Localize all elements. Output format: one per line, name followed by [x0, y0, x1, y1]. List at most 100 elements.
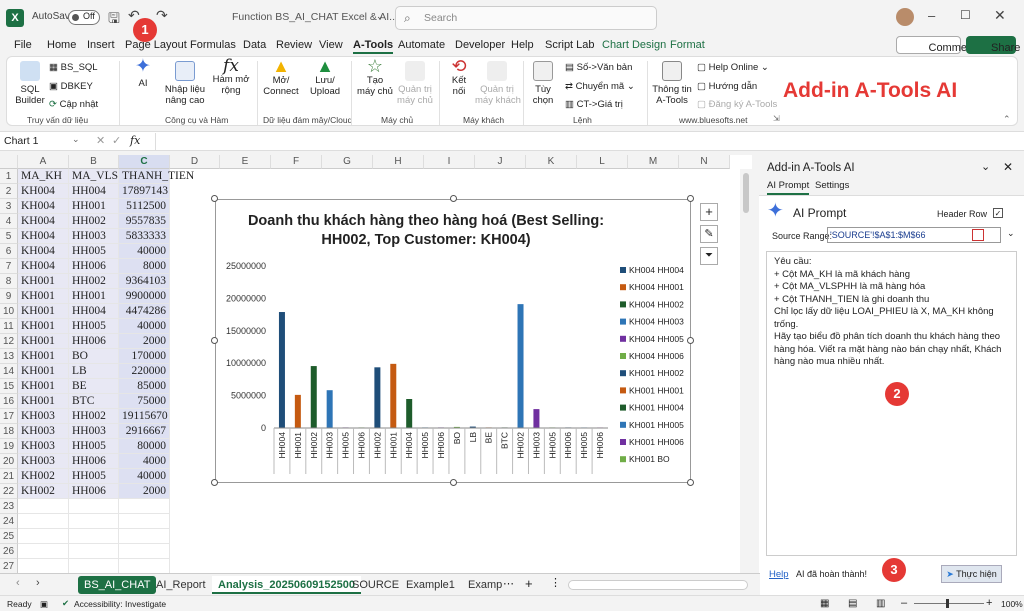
table-cell[interactable]: KH004	[18, 184, 69, 199]
horizontal-scrollbar[interactable]	[568, 580, 748, 590]
bs-sql-button[interactable]: ▦ BS_SQL	[49, 62, 98, 73]
table-cell[interactable]: MA_KH	[18, 169, 69, 184]
scrollbar-thumb[interactable]	[743, 173, 749, 213]
table-cell[interactable]: HH005	[69, 439, 119, 454]
bar[interactable]	[406, 399, 413, 428]
column-header[interactable]: N	[679, 155, 730, 169]
table-cell[interactable]: BTC	[69, 394, 119, 409]
huong-dan-button[interactable]: ▢ Hướng dẫn	[697, 81, 757, 92]
ket-noi-button[interactable]: ⟲ Kết nối	[443, 57, 475, 97]
table-cell[interactable]: KH003	[18, 409, 69, 424]
header-row-checkbox[interactable]: ✓	[993, 208, 1003, 218]
row-header[interactable]: 19	[0, 439, 18, 454]
resize-handle[interactable]	[211, 337, 218, 344]
table-cell[interactable]: 4474286	[119, 304, 170, 319]
row-header[interactable]: 21	[0, 469, 18, 484]
sql-builder-button[interactable]: SQL Builder	[13, 61, 47, 106]
table-cell[interactable]: 17897143	[119, 184, 170, 199]
dbkey-button[interactable]: ▣ DBKEY	[49, 81, 93, 92]
resize-handle[interactable]	[687, 337, 694, 344]
luu-upload-button[interactable]: ▲ Lưu/ Upload	[305, 57, 345, 97]
quan-tri-may-chu-button[interactable]: Quản trị máy chủ	[395, 61, 435, 106]
select-all-corner[interactable]	[0, 155, 18, 169]
table-cell[interactable]	[69, 514, 119, 529]
tab-view[interactable]: View	[319, 39, 343, 51]
range-picker-icon[interactable]	[972, 229, 984, 241]
table-cell[interactable]: 8000	[119, 259, 170, 274]
collapse-ribbon-icon[interactable]: ⌃	[1003, 114, 1011, 125]
row-header[interactable]: 7	[0, 259, 18, 274]
cap-nhat-button[interactable]: ⟳ Cập nhật	[49, 99, 98, 110]
normal-view-icon[interactable]: ▦	[820, 598, 829, 609]
run-button[interactable]: ➤ Thực hiện	[941, 565, 1002, 583]
table-cell[interactable]: HH001	[69, 289, 119, 304]
zoom-level[interactable]: 100%	[1001, 599, 1023, 609]
share-button[interactable]: Share	[966, 36, 1020, 54]
column-header[interactable]: M	[628, 155, 679, 169]
table-cell[interactable]: KH001	[18, 379, 69, 394]
cancel-icon[interactable]: ✕	[96, 134, 105, 147]
tab-home[interactable]: Home	[47, 39, 76, 51]
table-cell[interactable]: 9364103	[119, 274, 170, 289]
maximize-icon[interactable]: ☐	[960, 8, 971, 22]
table-cell[interactable]: 2916667	[119, 424, 170, 439]
zoom-in-icon[interactable]: +	[986, 597, 992, 609]
table-cell[interactable]: BO	[69, 349, 119, 364]
table-cell[interactable]: KH003	[18, 424, 69, 439]
nhap-lieu-button[interactable]: Nhập liệu nâng cao	[163, 61, 207, 106]
title-dropdown-icon[interactable]: ⌄	[376, 11, 384, 22]
row-header[interactable]: 26	[0, 544, 18, 559]
redo-icon[interactable]: ↷	[156, 7, 168, 24]
row-header[interactable]: 13	[0, 349, 18, 364]
table-cell[interactable]: KH004	[18, 229, 69, 244]
search-box[interactable]: ⌕ Search	[395, 6, 657, 30]
chart[interactable]: Doanh thu khách hàng theo hàng hoá (Best…	[215, 199, 691, 494]
sheet-tab-active[interactable]: Analysis_20250609152500	[212, 576, 362, 594]
table-cell[interactable]: KH001	[18, 274, 69, 289]
table-cell[interactable]: HH006	[69, 334, 119, 349]
chart-elements-button[interactable]: +	[700, 203, 718, 221]
resize-handle[interactable]	[687, 195, 694, 202]
table-cell[interactable]: 170000	[119, 349, 170, 364]
row-header[interactable]: 16	[0, 394, 18, 409]
table-cell[interactable]: HH002	[69, 274, 119, 289]
enter-icon[interactable]: ✓	[112, 134, 121, 147]
table-cell[interactable]: HH005	[69, 244, 119, 259]
zoom-slider-thumb[interactable]	[946, 599, 949, 608]
table-cell[interactable]: HH006	[69, 484, 119, 499]
row-header[interactable]: 6	[0, 244, 18, 259]
table-cell[interactable]	[119, 544, 170, 559]
table-cell[interactable]: 19115670	[119, 409, 170, 424]
column-header[interactable]: A	[18, 155, 69, 169]
table-cell[interactable]: KH004	[18, 259, 69, 274]
resize-handle[interactable]	[450, 195, 457, 202]
dialog-launcher-icon[interactable]: ⇲	[773, 114, 780, 123]
tab-script-lab[interactable]: Script Lab	[545, 39, 595, 51]
table-cell[interactable]: HH003	[69, 229, 119, 244]
tab-automate[interactable]: Automate	[398, 39, 445, 51]
tab-chart-design[interactable]: Chart Design	[602, 39, 666, 51]
table-cell[interactable]: 40000	[119, 319, 170, 334]
row-header[interactable]: 27	[0, 559, 18, 573]
help-online-button[interactable]: ▢ Help Online ⌄	[697, 62, 769, 73]
table-cell[interactable]	[119, 559, 170, 573]
chart-styles-button[interactable]: ✎	[700, 225, 718, 243]
table-cell[interactable]: HH006	[69, 259, 119, 274]
row-header[interactable]: 4	[0, 214, 18, 229]
tab-page-layout[interactable]: Page Layout	[125, 39, 187, 51]
table-cell[interactable]: 80000	[119, 439, 170, 454]
ct-gia-tri-button[interactable]: ▥ CT->Giá trị	[565, 99, 623, 110]
table-cell[interactable]: HH002	[69, 409, 119, 424]
row-header[interactable]: 18	[0, 424, 18, 439]
table-cell[interactable]: KH001	[18, 304, 69, 319]
column-header[interactable]: G	[322, 155, 373, 169]
table-cell[interactable]: KH001	[18, 349, 69, 364]
column-header[interactable]: K	[526, 155, 577, 169]
table-cell[interactable]: KH001	[18, 394, 69, 409]
row-header[interactable]: 14	[0, 364, 18, 379]
row-header[interactable]: 5	[0, 229, 18, 244]
table-cell[interactable]	[18, 559, 69, 573]
row-header[interactable]: 17	[0, 409, 18, 424]
quan-tri-may-khach-button[interactable]: Quản trị máy khách	[475, 61, 521, 106]
table-cell[interactable]: HH006	[69, 454, 119, 469]
